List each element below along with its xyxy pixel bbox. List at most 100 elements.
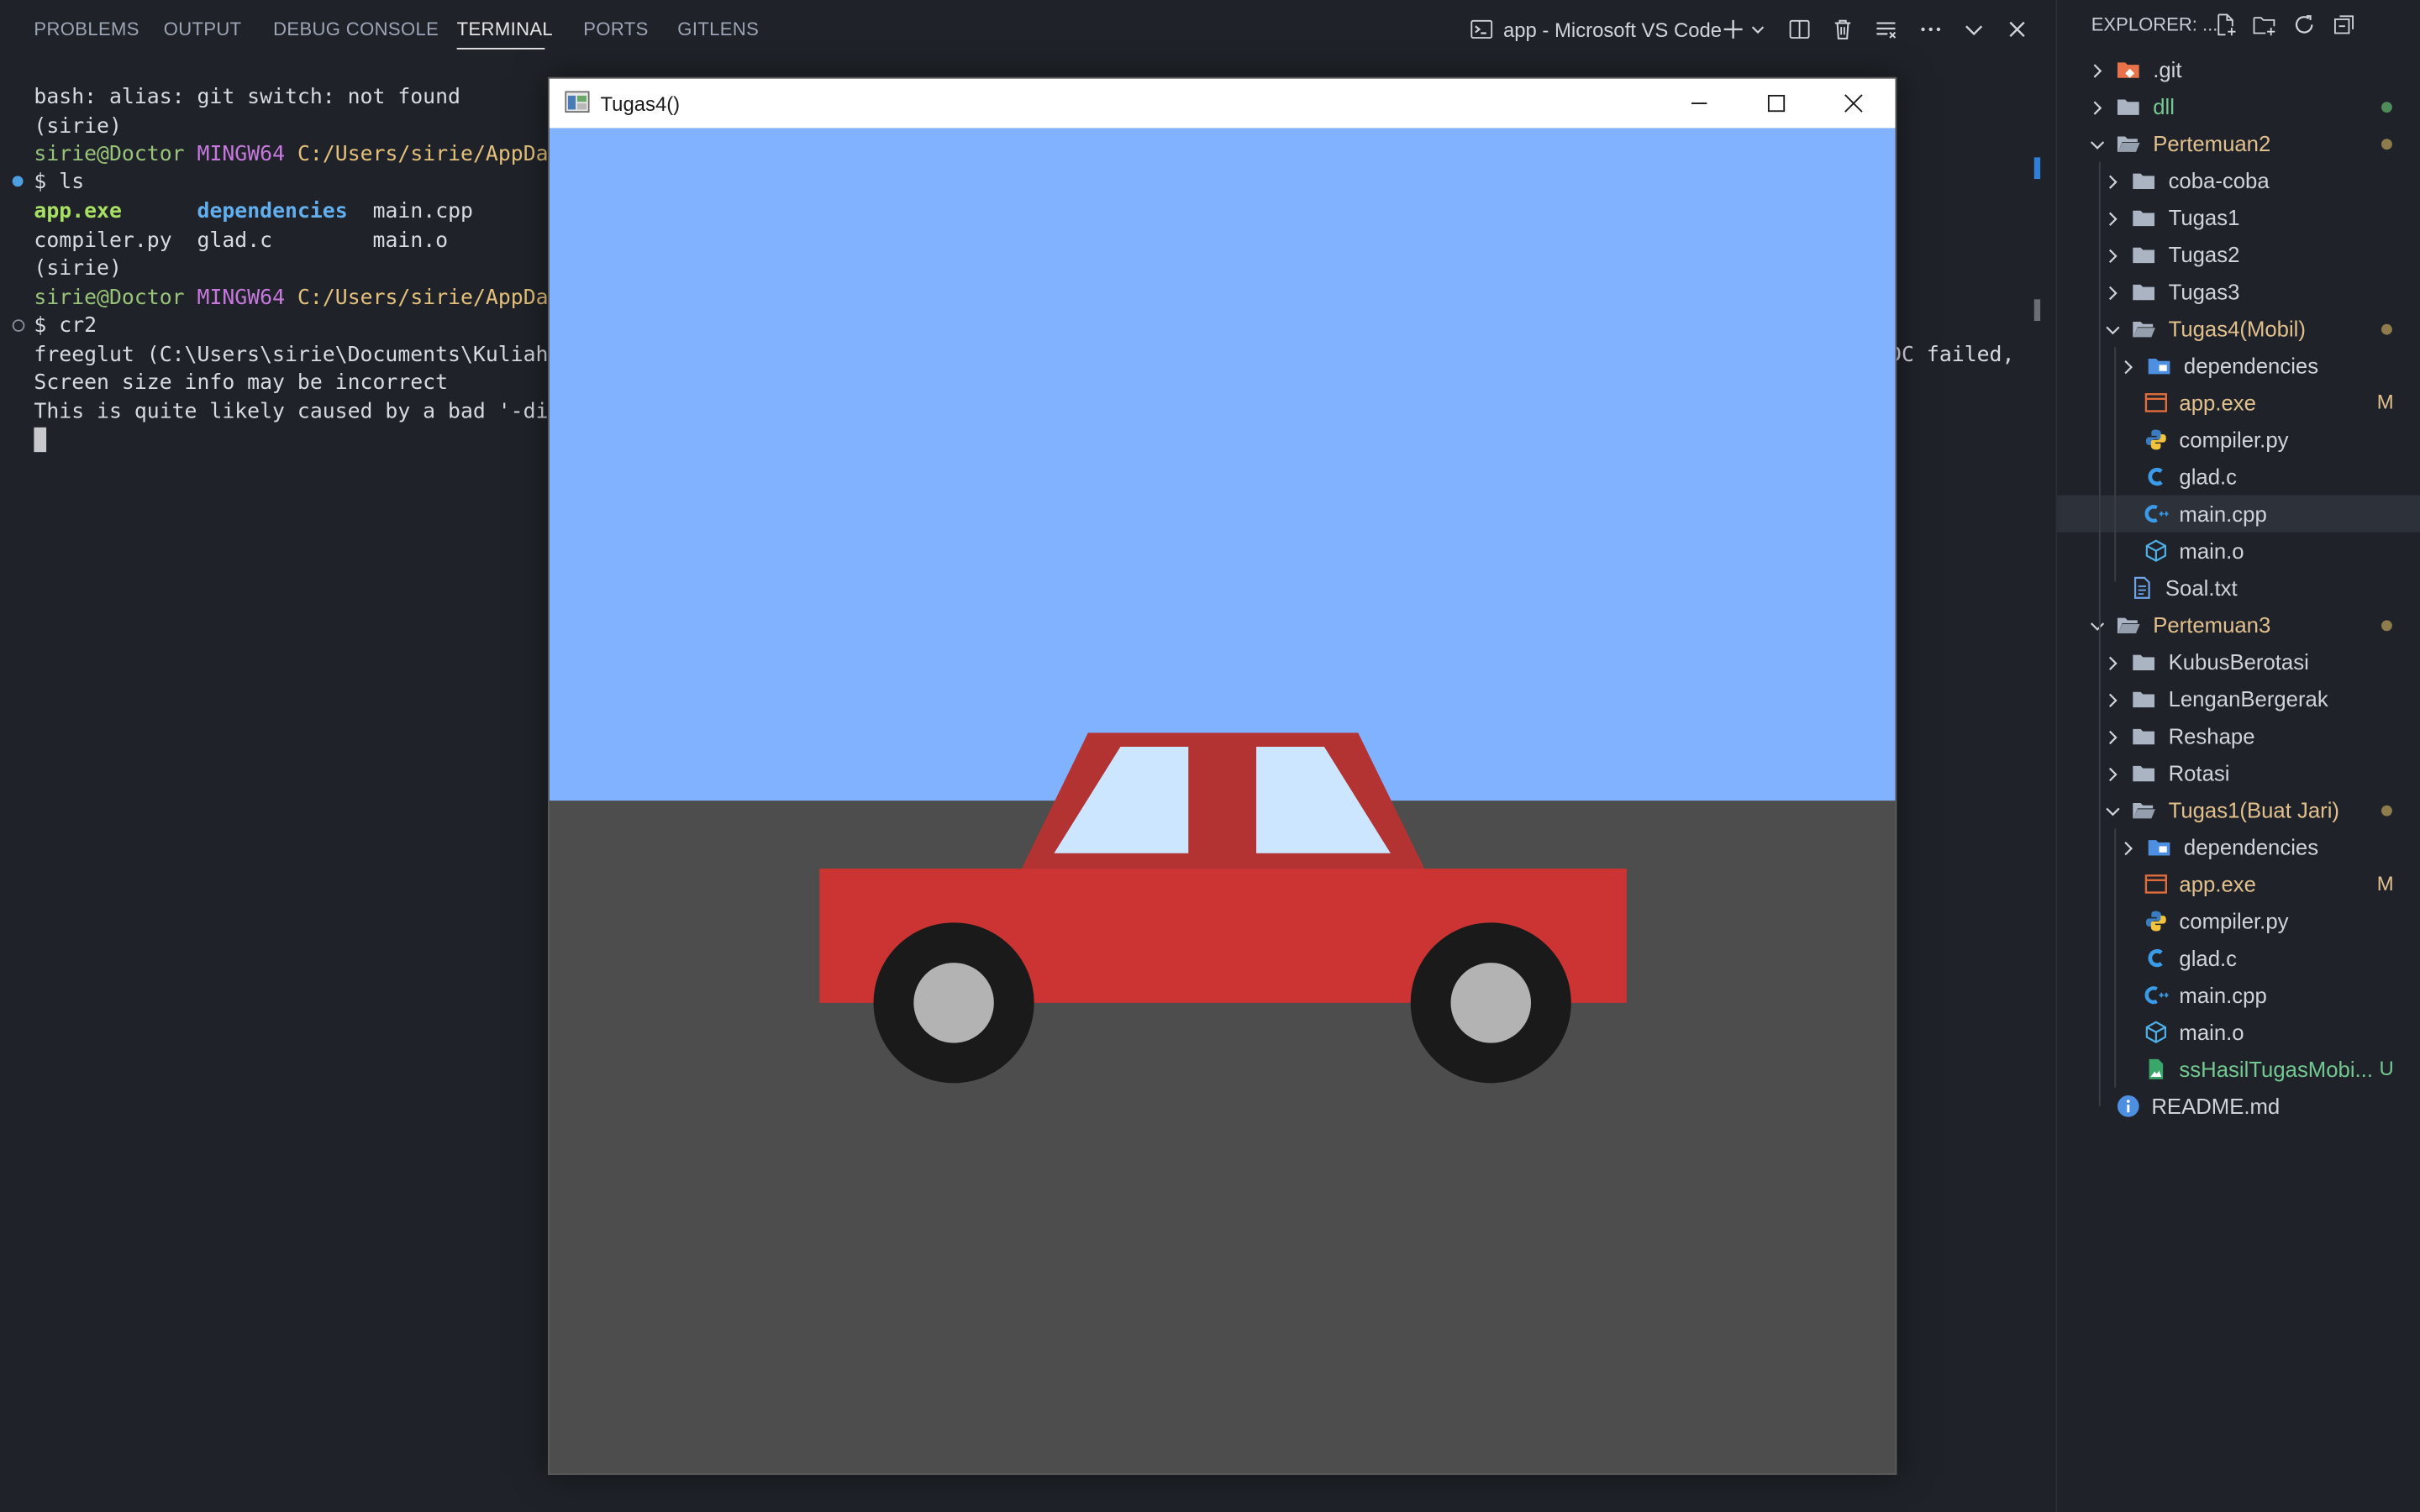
- new-file-button[interactable]: [2213, 13, 2238, 37]
- tree-item[interactable]: main.cpp: [2057, 495, 2420, 533]
- tree-item[interactable]: compiler.py: [2057, 421, 2420, 458]
- collapse-all-icon: [2334, 15, 2354, 34]
- tree-item[interactable]: Pertemuan3: [2057, 606, 2420, 643]
- exe-icon: [2144, 872, 2168, 896]
- tree-item[interactable]: dll: [2057, 88, 2420, 125]
- chevron-right-icon[interactable]: [2088, 97, 2107, 116]
- scrollbar-marker[interactable]: [2033, 157, 2041, 180]
- kill-terminal-button[interactable]: [1828, 15, 1856, 43]
- tree-item[interactable]: Tugas1: [2057, 199, 2420, 236]
- chevron-right-icon[interactable]: [2088, 60, 2107, 79]
- refresh-explorer-button[interactable]: [2291, 13, 2316, 37]
- tree-item[interactable]: KubusBerotasi: [2057, 643, 2420, 680]
- opengl-canvas[interactable]: [549, 128, 1896, 1474]
- command-success-decoration[interactable]: [12, 176, 24, 187]
- tree-item-label: dll: [2153, 94, 2175, 119]
- tree-item[interactable]: Tugas4(Mobil): [2057, 310, 2420, 347]
- tree-item[interactable]: dependencies: [2057, 828, 2420, 865]
- terminal-text: (sirie): [34, 255, 122, 281]
- git-status-dot: [2381, 620, 2392, 632]
- tree-item[interactable]: glad.c: [2057, 940, 2420, 977]
- chevron-right-icon[interactable]: [2103, 690, 2122, 708]
- chevron-right-icon[interactable]: [2103, 208, 2122, 227]
- tab-output[interactable]: OUTPUT: [164, 18, 242, 40]
- tree-item[interactable]: README.md: [2057, 1088, 2420, 1125]
- tree-item[interactable]: Soal.txt: [2057, 570, 2420, 606]
- glut-app-window[interactable]: Tugas4(): [548, 76, 1897, 1475]
- folder-open-icon: [2116, 131, 2140, 155]
- chevron-right-icon[interactable]: [2103, 245, 2122, 264]
- tree-item[interactable]: main.o: [2057, 533, 2420, 570]
- scrollbar-marker[interactable]: [2033, 299, 2041, 322]
- maximize-button[interactable]: [1741, 79, 1812, 129]
- object-file-icon: [2144, 1020, 2168, 1044]
- close-window-button[interactable]: [1818, 79, 1889, 129]
- ls-entry: compiler.py: [34, 228, 172, 254]
- tab-terminal[interactable]: TERMINAL: [457, 18, 553, 40]
- folder-icon: [2131, 686, 2155, 711]
- window-titlebar[interactable]: Tugas4(): [549, 78, 1896, 129]
- tree-item-label: dependencies: [2183, 834, 2319, 860]
- tree-item[interactable]: Rotasi: [2057, 754, 2420, 791]
- tab-problems[interactable]: PROBLEMS: [34, 18, 139, 40]
- tree-item[interactable]: dependencies: [2057, 347, 2420, 384]
- chevron-right-icon[interactable]: [2119, 356, 2138, 375]
- ellipsis-icon: [1921, 27, 1941, 32]
- tree-item[interactable]: Tugas1(Buat Jari): [2057, 791, 2420, 828]
- terminal-icon: [1470, 19, 1493, 39]
- new-terminal-button[interactable]: [1719, 15, 1747, 43]
- tree-item[interactable]: glad.c: [2057, 458, 2420, 495]
- split-terminal-button[interactable]: [1786, 15, 1813, 43]
- tab-ports[interactable]: PORTS: [583, 18, 648, 40]
- tree-item[interactable]: LenganBergerak: [2057, 680, 2420, 717]
- chevron-right-icon[interactable]: [2103, 764, 2122, 782]
- chevron-down-icon[interactable]: [2088, 616, 2107, 634]
- new-folder-button[interactable]: [2252, 13, 2276, 37]
- panel-tab-bar: PROBLEMS OUTPUT DEBUG CONSOLE TERMINAL P…: [0, 0, 2055, 59]
- terminal-instance-selector[interactable]: app - Microsoft VS Code: [1470, 15, 1722, 43]
- tab-gitlens[interactable]: GITLENS: [677, 18, 759, 40]
- tree-item[interactable]: main.o: [2057, 1014, 2420, 1051]
- tree-item-label: Tugas1: [2168, 205, 2240, 230]
- maximize-icon: [1767, 94, 1786, 113]
- tree-item[interactable]: coba-coba: [2057, 162, 2420, 199]
- plus-icon: [1723, 19, 1743, 39]
- prompt-env: MINGW64: [197, 285, 286, 311]
- chevron-right-icon[interactable]: [2103, 727, 2122, 745]
- split-icon: [1789, 19, 1810, 39]
- tree-item-label: coba-coba: [2168, 168, 2270, 193]
- tree-item[interactable]: app.exe M: [2057, 384, 2420, 421]
- terminal-command-line: $ ls: [34, 168, 84, 196]
- chevron-right-icon[interactable]: [2103, 653, 2122, 671]
- terminal-line: (sirie): [34, 113, 122, 140]
- terminal-command: $ ls: [34, 170, 85, 195]
- chevron-down-icon[interactable]: [2103, 319, 2122, 338]
- tree-item[interactable]: Tugas2: [2057, 236, 2420, 273]
- chevron-down-icon[interactable]: [2088, 134, 2107, 153]
- tree-item[interactable]: ssHasilTugasMobi... U: [2057, 1051, 2420, 1088]
- close-panel-button[interactable]: [2003, 15, 2031, 43]
- tree-item[interactable]: Reshape: [2057, 717, 2420, 754]
- maximize-panel-button[interactable]: [1960, 15, 1988, 43]
- tree-item[interactable]: compiler.py: [2057, 902, 2420, 939]
- tab-debug-console[interactable]: DEBUG CONSOLE: [273, 18, 439, 40]
- tree-item[interactable]: Tugas3: [2057, 273, 2420, 310]
- clear-all-icon: [1876, 22, 1897, 39]
- more-actions-button[interactable]: [1917, 15, 1944, 43]
- chevron-down-icon[interactable]: [2103, 801, 2122, 819]
- terminal-text: freeglut (C:\Users\sirie\Documents\Kulia…: [34, 342, 549, 368]
- minimize-button[interactable]: [1664, 79, 1734, 129]
- chevron-right-icon[interactable]: [2103, 171, 2122, 190]
- tree-item[interactable]: .git: [2057, 51, 2420, 88]
- collapse-folders-button[interactable]: [2332, 13, 2356, 37]
- chevron-right-icon[interactable]: [2103, 282, 2122, 301]
- window-title: Tugas4(): [600, 92, 681, 116]
- tree-item-label: glad.c: [2179, 945, 2238, 971]
- terminal-profile-dropdown[interactable]: [1747, 15, 1769, 43]
- chevron-right-icon[interactable]: [2119, 837, 2138, 856]
- clear-terminal-button[interactable]: [1872, 15, 1900, 43]
- tree-item[interactable]: Pertemuan2: [2057, 125, 2420, 162]
- tree-item[interactable]: main.cpp: [2057, 977, 2420, 1014]
- tree-item[interactable]: app.exe M: [2057, 865, 2420, 902]
- command-running-decoration[interactable]: [12, 319, 25, 332]
